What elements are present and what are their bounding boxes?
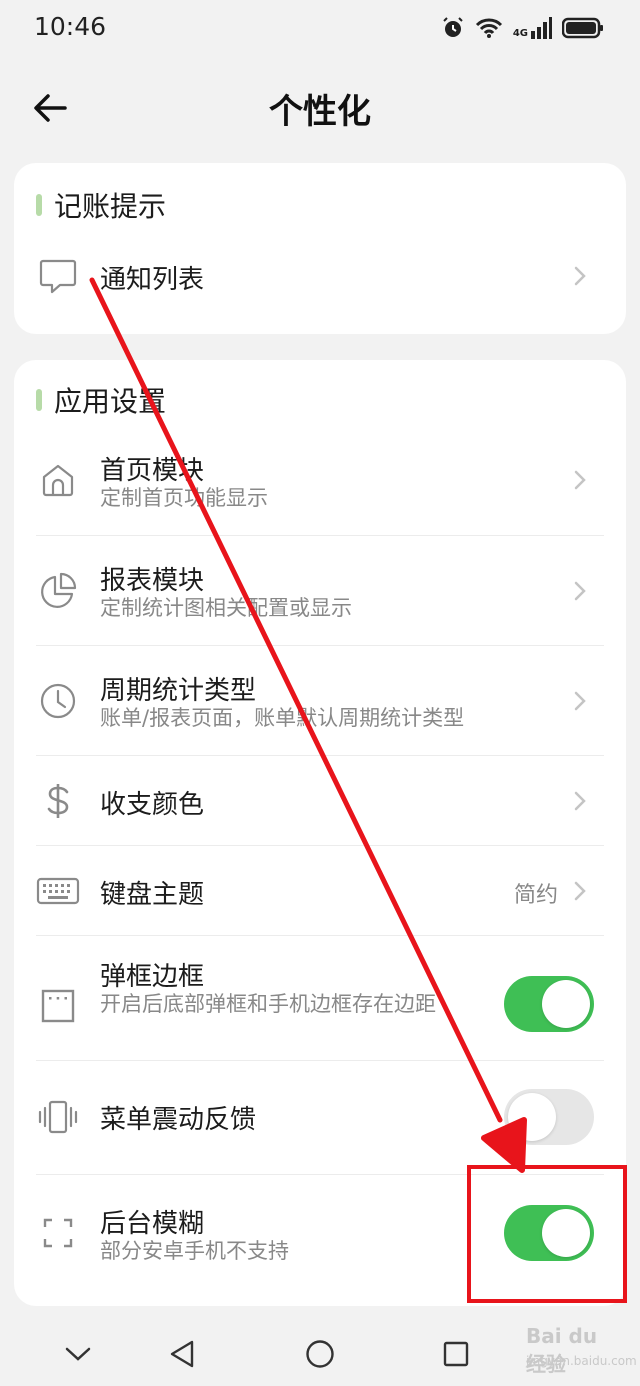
reminder-section-card: 记账提示 通知列表 [14,163,626,334]
chevron-right-icon [570,581,590,601]
signal-icon: 4G [513,17,552,39]
app-settings-section-card: 应用设置 首页模块 定制首页功能显示 报表模块 定制统计图相关配置或显示 周期统… [14,360,626,1306]
home-circle-icon[interactable] [300,1334,340,1374]
section-accent-bar [36,389,42,411]
keyboard-theme-value: 简约 [513,883,558,908]
row-title: 菜单震动反馈 [100,1105,257,1135]
popup-border-toggle[interactable] [504,976,594,1032]
clock-icon [36,679,80,723]
page-title: 个性化 [269,92,371,132]
row-title: 弹框边框 [100,962,205,992]
vibrate-icon [36,1095,80,1139]
alarm-icon [441,16,465,40]
section-title: 应用设置 [54,385,167,418]
chevron-right-icon [570,266,590,286]
chat-bubble-icon [36,253,80,297]
row-title: 周期统计类型 [100,676,257,706]
header: 个性化 [0,70,640,150]
keyboard-theme-row[interactable]: 键盘主题 简约 [14,846,626,936]
home-module-row[interactable]: 首页模块 定制首页功能显示 [14,426,626,534]
row-title: 报表模块 [100,566,205,596]
status-time: 10:46 [34,12,107,41]
row-title: 首页模块 [100,456,205,486]
keyboard-icon [36,869,80,913]
back-triangle-icon[interactable] [162,1334,202,1374]
menu-vibration-toggle[interactable] [504,1089,594,1145]
wifi-icon [475,17,503,39]
toggle-knob [542,980,590,1028]
row-subtitle: 定制统计图相关配置或显示 [100,596,352,620]
system-nav-bar [0,1320,640,1386]
background-blur-toggle[interactable] [504,1205,594,1261]
status-icons: 4G [441,14,604,42]
period-stat-type-row[interactable]: 周期统计类型 账单/报表页面，账单默认周期统计类型 [14,646,626,756]
section-header: 记账提示 [36,185,166,225]
row-subtitle: 账单/报表页面，账单默认周期统计类型 [100,706,465,730]
network-label: 4G [512,28,528,39]
blur-corners-icon [36,1211,80,1255]
chevron-right-icon [570,791,590,811]
collapse-down-icon[interactable] [58,1334,98,1374]
chevron-right-icon [570,691,590,711]
row-subtitle: 定制首页功能显示 [100,486,268,510]
battery-icon [562,17,604,39]
section-title: 记账提示 [54,190,167,223]
row-subtitle: 部分安卓手机不支持 [100,1239,289,1263]
chevron-right-icon [570,470,590,490]
row-title: 通知列表 [100,265,205,295]
popup-border-row: 弹框边框 开启后底部弹框和手机边框存在边距 [14,936,626,1060]
dollar-icon [36,779,80,823]
menu-vibration-row: 菜单震动反馈 [14,1061,626,1173]
row-title: 键盘主题 [100,880,205,910]
section-header: 应用设置 [36,380,166,420]
home-icon [36,458,80,502]
row-subtitle: 开启后底部弹框和手机边框存在边距 [100,992,436,1016]
frame-icon [36,984,80,1028]
report-module-row[interactable]: 报表模块 定制统计图相关配置或显示 [14,536,626,646]
background-blur-row: 后台模糊 部分安卓手机不支持 [14,1175,626,1295]
income-expense-color-row[interactable]: 收支颜色 [14,756,626,846]
pie-chart-icon [36,569,80,613]
row-title: 收支颜色 [100,790,205,820]
toggle-knob [542,1209,590,1257]
recents-square-icon[interactable] [436,1334,476,1374]
row-title: 后台模糊 [100,1209,205,1239]
section-accent-bar [36,194,42,216]
toggle-knob [508,1093,556,1141]
notification-list-row[interactable]: 通知列表 [14,243,626,315]
chevron-right-icon [570,881,590,901]
status-bar: 10:46 4G [0,0,640,56]
